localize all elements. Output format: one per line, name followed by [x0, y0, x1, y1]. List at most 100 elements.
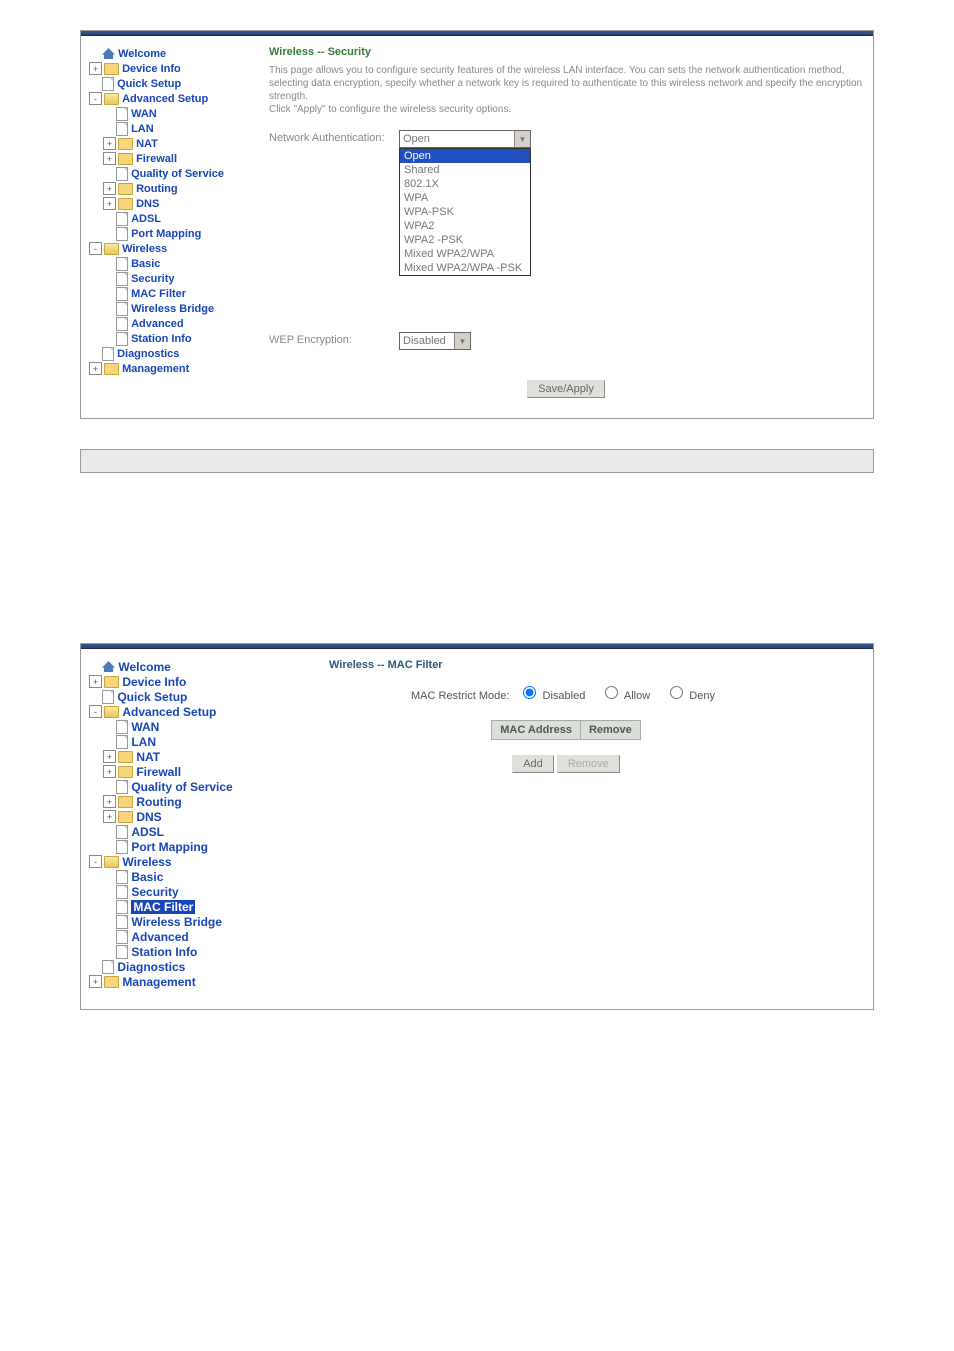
nav-dns[interactable]: + DNS — [89, 809, 259, 824]
nav-welcome[interactable]: Welcome — [89, 659, 259, 674]
folder-icon — [118, 766, 133, 778]
nav-dns[interactable]: + DNS — [89, 196, 259, 211]
spacer-block — [80, 449, 874, 473]
folder-icon — [104, 676, 119, 688]
nav-device-info[interactable]: + Device Info — [89, 61, 259, 76]
page-icon — [116, 735, 128, 749]
plus-icon[interactable]: + — [103, 795, 116, 808]
col-remove: Remove — [580, 721, 640, 740]
add-button[interactable]: Add — [512, 755, 554, 773]
nav-quick-setup[interactable]: Quick Setup — [89, 76, 259, 91]
minus-icon[interactable]: - — [89, 855, 102, 868]
page-icon — [116, 945, 128, 959]
remove-button[interactable]: Remove — [557, 755, 620, 773]
nav-security[interactable]: Security — [89, 271, 259, 286]
nav-port-mapping[interactable]: Port Mapping — [89, 226, 259, 241]
auth-option[interactable]: Shared — [400, 163, 530, 177]
mac-filter-screenshot: Welcome + Device Info Quick Setup - Adva… — [80, 643, 874, 1010]
nav-routing[interactable]: + Routing — [89, 181, 259, 196]
auth-option[interactable]: WPA — [400, 191, 530, 205]
minus-icon[interactable]: - — [89, 242, 102, 255]
nav-basic[interactable]: Basic — [89, 869, 259, 884]
page-icon — [116, 167, 128, 181]
nav-security[interactable]: Security — [89, 884, 259, 899]
nav-advanced-w[interactable]: Advanced — [89, 316, 259, 331]
auth-option[interactable]: WPA2 — [400, 219, 530, 233]
plus-icon[interactable]: + — [89, 975, 102, 988]
folder-icon — [104, 856, 119, 868]
nav-adsl[interactable]: ADSL — [89, 824, 259, 839]
page-icon — [102, 77, 114, 91]
nav-firewall[interactable]: + Firewall — [89, 151, 259, 166]
nav-mac-filter[interactable]: MAC Filter — [89, 286, 259, 301]
plus-icon[interactable]: + — [103, 137, 116, 150]
nav-qos[interactable]: Quality of Service — [89, 166, 259, 181]
nav-adsl[interactable]: ADSL — [89, 211, 259, 226]
page-title: Wireless -- Security — [269, 46, 863, 58]
nav-advanced-setup[interactable]: - Advanced Setup — [89, 704, 259, 719]
restrict-allow-radio[interactable] — [605, 686, 618, 699]
page-icon — [116, 915, 128, 929]
plus-icon[interactable]: + — [103, 750, 116, 763]
folder-icon — [118, 138, 133, 150]
restrict-deny-radio[interactable] — [670, 686, 683, 699]
security-screenshot: Welcome + Device Info Quick Setup - Adva… — [80, 30, 874, 419]
auth-option[interactable]: 802.1X — [400, 177, 530, 191]
nav-station-info[interactable]: Station Info — [89, 331, 259, 346]
nav-diagnostics[interactable]: Diagnostics — [89, 346, 259, 361]
nav-station-info[interactable]: Station Info — [89, 944, 259, 959]
nav-quick-setup[interactable]: Quick Setup — [89, 689, 259, 704]
chevron-down-icon[interactable]: ▼ — [454, 333, 470, 349]
plus-icon[interactable]: + — [103, 765, 116, 778]
nav-wan[interactable]: WAN — [89, 719, 259, 734]
nav-advanced-setup[interactable]: - Advanced Setup — [89, 91, 259, 106]
nav-lan[interactable]: LAN — [89, 734, 259, 749]
nav-management[interactable]: + Management — [89, 974, 259, 989]
nav-nat[interactable]: + NAT — [89, 749, 259, 764]
minus-icon[interactable]: - — [89, 92, 102, 105]
auth-option[interactable]: Open — [400, 149, 530, 163]
restrict-disabled-radio[interactable] — [523, 686, 536, 699]
nav-management[interactable]: + Management — [89, 361, 259, 376]
nav-port-mapping[interactable]: Port Mapping — [89, 839, 259, 854]
nav-diagnostics[interactable]: Diagnostics — [89, 959, 259, 974]
wep-label: WEP Encryption: — [269, 332, 399, 346]
nav-wireless-bridge[interactable]: Wireless Bridge — [89, 914, 259, 929]
page-icon — [116, 780, 128, 794]
nav-wireless[interactable]: - Wireless — [89, 854, 259, 869]
nav-device-info[interactable]: + Device Info — [89, 674, 259, 689]
auth-option[interactable]: WPA-PSK — [400, 205, 530, 219]
plus-icon[interactable]: + — [103, 810, 116, 823]
nav-nat[interactable]: + NAT — [89, 136, 259, 151]
nav-advanced-w[interactable]: Advanced — [89, 929, 259, 944]
chevron-down-icon[interactable]: ▼ — [514, 131, 530, 147]
auth-option[interactable]: WPA2 -PSK — [400, 233, 530, 247]
nav-qos[interactable]: Quality of Service — [89, 779, 259, 794]
mac-restrict-row: MAC Restrict Mode: Disabled Allow Deny — [269, 683, 863, 702]
nav-lan[interactable]: LAN — [89, 121, 259, 136]
plus-icon[interactable]: + — [89, 62, 102, 75]
auth-option[interactable]: Mixed WPA2/WPA — [400, 247, 530, 261]
nav-wan[interactable]: WAN — [89, 106, 259, 121]
plus-icon[interactable]: + — [89, 675, 102, 688]
minus-icon[interactable]: - — [89, 705, 102, 718]
nav-wireless[interactable]: - Wireless — [89, 241, 259, 256]
mac-address-table: MAC Address Remove — [491, 720, 641, 740]
wep-encryption-select[interactable]: Disabled ▼ — [399, 332, 471, 350]
plus-icon[interactable]: + — [103, 197, 116, 210]
nav-welcome[interactable]: Welcome — [89, 46, 259, 61]
nav-wireless-bridge[interactable]: Wireless Bridge — [89, 301, 259, 316]
auth-selected-value: Open — [400, 133, 514, 145]
plus-icon[interactable]: + — [103, 152, 116, 165]
auth-option[interactable]: Mixed WPA2/WPA -PSK — [400, 261, 530, 275]
network-auth-select[interactable]: Open ▼ — [399, 130, 531, 148]
nav-routing[interactable]: + Routing — [89, 794, 259, 809]
folder-icon — [118, 751, 133, 763]
folder-icon — [118, 153, 133, 165]
nav-firewall[interactable]: + Firewall — [89, 764, 259, 779]
plus-icon[interactable]: + — [103, 182, 116, 195]
nav-basic[interactable]: Basic — [89, 256, 259, 271]
save-apply-button[interactable]: Save/Apply — [527, 380, 605, 398]
nav-mac-filter[interactable]: MAC Filter — [89, 899, 259, 914]
plus-icon[interactable]: + — [89, 362, 102, 375]
